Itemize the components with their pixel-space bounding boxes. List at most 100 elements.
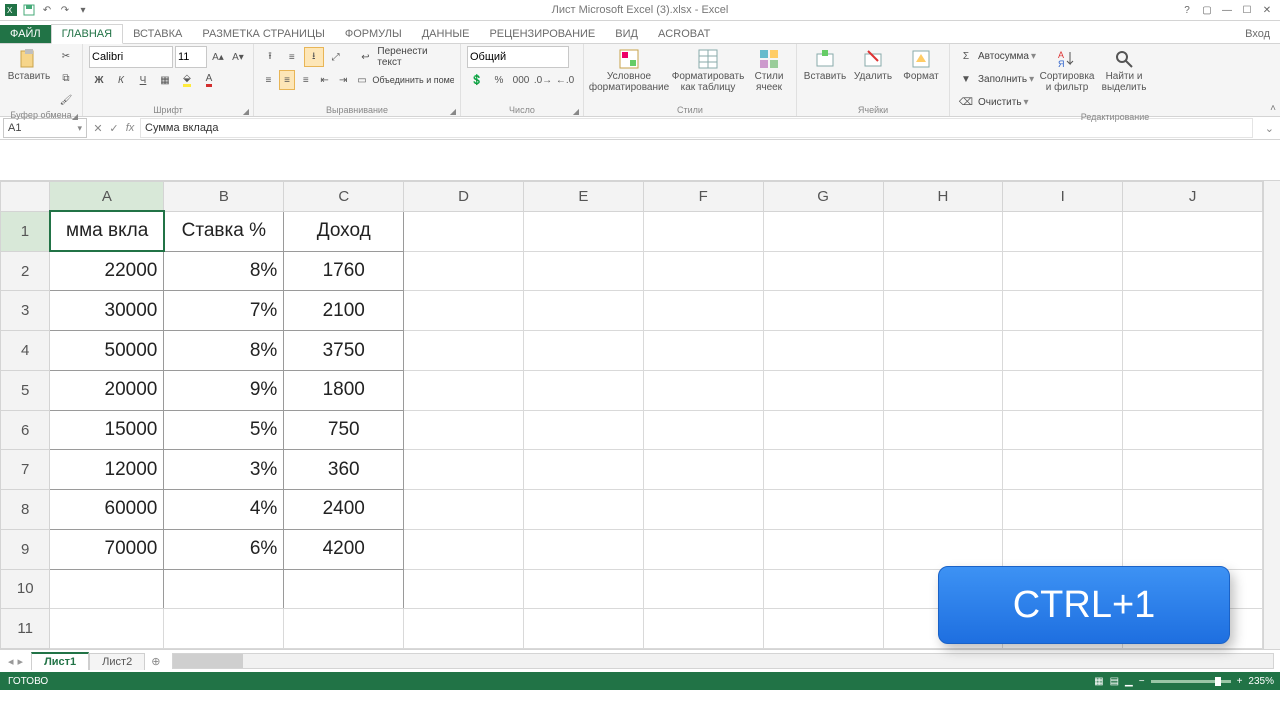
tab-formulas[interactable]: ФОРМУЛЫ xyxy=(335,25,412,43)
cell-h1[interactable] xyxy=(883,211,1003,251)
fill-color-icon[interactable]: ⬙ xyxy=(177,70,197,90)
align-right-icon[interactable]: ≡ xyxy=(297,70,314,90)
sheet-tab-1[interactable]: Лист1 xyxy=(31,652,89,670)
vertical-scrollbar[interactable] xyxy=(1263,181,1280,649)
cell-a7[interactable]: 12000 xyxy=(50,450,164,490)
horizontal-scrollbar[interactable] xyxy=(172,653,1274,669)
cell-a5[interactable]: 20000 xyxy=(50,370,164,410)
insert-cells-button[interactable]: Вставить xyxy=(803,46,847,83)
increase-indent-icon[interactable]: ⇥ xyxy=(335,70,352,90)
align-top-icon[interactable]: ⭱ xyxy=(260,47,280,67)
tab-data[interactable]: ДАННЫЕ xyxy=(412,25,480,43)
cell-c3[interactable]: 2100 xyxy=(284,291,404,331)
cell-a6[interactable]: 15000 xyxy=(50,410,164,450)
cut-icon[interactable]: ✂ xyxy=(56,46,76,66)
sheet-nav-prev-icon[interactable]: ◂ xyxy=(8,655,14,668)
cell-b4[interactable]: 8% xyxy=(164,331,284,371)
zoom-out-icon[interactable]: − xyxy=(1139,676,1145,687)
row-header-8[interactable]: 8 xyxy=(1,490,50,530)
cell-j1[interactable] xyxy=(1123,211,1263,251)
col-header-b[interactable]: B xyxy=(164,182,284,212)
view-page-layout-icon[interactable]: ▤ xyxy=(1110,676,1119,687)
align-center-icon[interactable]: ≡ xyxy=(279,70,296,90)
cell-c5[interactable]: 1800 xyxy=(284,370,404,410)
cell-c2[interactable]: 1760 xyxy=(284,251,404,291)
format-as-table-button[interactable]: Форматировать как таблицу xyxy=(672,46,744,93)
copy-icon[interactable]: ⧉ xyxy=(56,68,76,88)
collapse-ribbon-icon[interactable]: ˄ xyxy=(1270,103,1276,114)
col-header-c[interactable]: C xyxy=(284,182,404,212)
close-icon[interactable]: ✕ xyxy=(1260,3,1274,17)
align-bottom-icon[interactable]: ⭳ xyxy=(304,47,324,67)
col-header-h[interactable]: H xyxy=(883,182,1003,212)
row-header-5[interactable]: 5 xyxy=(1,370,50,410)
cell-styles-button[interactable]: Стили ячеек xyxy=(748,46,790,93)
col-header-f[interactable]: F xyxy=(643,182,763,212)
col-header-a[interactable]: A xyxy=(50,182,164,212)
wrap-text-button[interactable]: Перенести текст xyxy=(377,46,454,68)
borders-icon[interactable]: ▦ xyxy=(155,70,175,90)
tab-acrobat[interactable]: ACROBAT xyxy=(648,25,720,43)
tab-file[interactable]: ФАЙЛ xyxy=(0,25,51,43)
sort-filter-button[interactable]: AЯСортировка и фильтр xyxy=(1040,46,1094,93)
expand-formula-bar-icon[interactable]: ⌄ xyxy=(1259,122,1280,135)
col-header-g[interactable]: G xyxy=(763,182,883,212)
orientation-icon[interactable]: ⤢ xyxy=(326,47,346,67)
help-icon[interactable]: ? xyxy=(1180,3,1194,17)
bold-button[interactable]: Ж xyxy=(89,70,109,90)
name-box[interactable]: A1▾ xyxy=(3,118,87,138)
tab-insert[interactable]: ВСТАВКА xyxy=(123,25,192,43)
font-color-icon[interactable]: A xyxy=(199,70,219,90)
cell-c7[interactable]: 360 xyxy=(284,450,404,490)
new-sheet-button[interactable]: ⊕ xyxy=(145,653,166,670)
select-all-button[interactable] xyxy=(1,182,50,212)
cell-f1[interactable] xyxy=(643,211,763,251)
cell-b2[interactable]: 8% xyxy=(164,251,284,291)
cell-g1[interactable] xyxy=(763,211,883,251)
cell-a4[interactable]: 50000 xyxy=(50,331,164,371)
font-launcher-icon[interactable]: ◢ xyxy=(243,107,249,116)
find-select-button[interactable]: Найти и выделить xyxy=(1098,46,1150,93)
save-icon[interactable] xyxy=(22,3,36,17)
cell-a9[interactable]: 70000 xyxy=(50,529,164,569)
underline-button[interactable]: Ч xyxy=(133,70,153,90)
cell-a2[interactable]: 22000 xyxy=(50,251,164,291)
qat-dropdown-icon[interactable]: ▾ xyxy=(76,3,90,17)
tab-review[interactable]: РЕЦЕНЗИРОВАНИЕ xyxy=(479,25,605,43)
grow-font-icon[interactable]: A▴ xyxy=(209,47,227,67)
clipboard-launcher-icon[interactable]: ◢ xyxy=(72,112,78,121)
col-header-j[interactable]: J xyxy=(1123,182,1263,212)
zoom-level[interactable]: 235% xyxy=(1248,676,1274,687)
cell-b5[interactable]: 9% xyxy=(164,370,284,410)
number-launcher-icon[interactable]: ◢ xyxy=(573,107,579,116)
font-name-select[interactable] xyxy=(89,46,173,68)
redo-icon[interactable]: ↷ xyxy=(58,3,72,17)
cancel-formula-icon[interactable]: ✕ xyxy=(90,122,106,135)
autosum-button[interactable]: ΣАвтосумма ▾ xyxy=(956,46,1036,66)
cell-b1[interactable]: Ставка % xyxy=(164,211,284,251)
col-header-i[interactable]: I xyxy=(1003,182,1123,212)
maximize-icon[interactable]: ☐ xyxy=(1240,3,1254,17)
comma-format-icon[interactable]: 000 xyxy=(511,70,531,90)
italic-button[interactable]: К xyxy=(111,70,131,90)
minimize-icon[interactable]: — xyxy=(1220,3,1234,17)
row-header-11[interactable]: 11 xyxy=(1,609,50,649)
cell-c8[interactable]: 2400 xyxy=(284,490,404,530)
align-left-icon[interactable]: ≡ xyxy=(260,70,277,90)
cell-b3[interactable]: 7% xyxy=(164,291,284,331)
decrease-decimal-icon[interactable]: ←.0 xyxy=(555,70,575,90)
paste-button[interactable]: Вставить xyxy=(6,46,52,83)
tab-page-layout[interactable]: РАЗМЕТКА СТРАНИЦЫ xyxy=(192,25,334,43)
merge-center-button[interactable]: Объединить и поместить в центре xyxy=(372,75,454,85)
row-header-1[interactable]: 1 xyxy=(1,211,50,251)
row-header-6[interactable]: 6 xyxy=(1,410,50,450)
cell-c6[interactable]: 750 xyxy=(284,410,404,450)
increase-decimal-icon[interactable]: .0→ xyxy=(533,70,553,90)
cell-b9[interactable]: 6% xyxy=(164,529,284,569)
cell-i1[interactable] xyxy=(1003,211,1123,251)
col-header-d[interactable]: D xyxy=(404,182,524,212)
tab-home[interactable]: ГЛАВНАЯ xyxy=(51,24,123,44)
shrink-font-icon[interactable]: A▾ xyxy=(229,47,247,67)
row-header-4[interactable]: 4 xyxy=(1,331,50,371)
row-header-7[interactable]: 7 xyxy=(1,450,50,490)
